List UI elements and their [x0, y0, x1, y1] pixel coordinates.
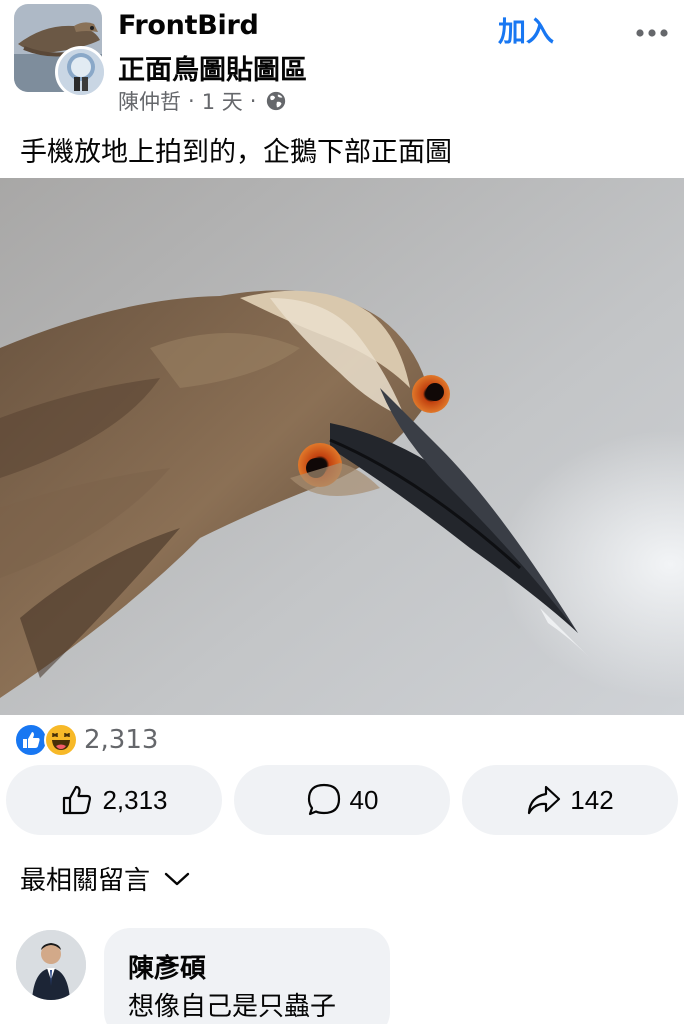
reaction-summary[interactable]: 2,313 [14, 722, 158, 758]
share-count: 142 [570, 784, 614, 815]
like-count: 2,313 [102, 784, 168, 815]
comment-bubble-icon [307, 783, 340, 816]
comment-sort-dropdown[interactable]: 最相關留言 [20, 860, 190, 897]
action-bar: 2,313 40 142 [6, 765, 678, 837]
haha-reaction-icon [44, 723, 78, 757]
share-arrow-icon [528, 785, 561, 815]
thumbs-up-icon [63, 785, 92, 815]
meta-separator: · [188, 89, 195, 113]
chevron-down-icon [164, 872, 190, 885]
comment-count: 40 [349, 784, 379, 815]
user-avatar[interactable] [55, 46, 107, 98]
share-button[interactable]: 142 [462, 765, 678, 835]
post-caption: 手機放地上拍到的，企鵝下部正面圖 [20, 137, 452, 168]
meta-separator: · [249, 89, 257, 113]
more-options-button[interactable] [632, 24, 672, 44]
comment-button[interactable]: 40 [234, 765, 450, 835]
post-time[interactable]: 1 天 [202, 86, 243, 116]
commenter-avatar[interactable] [16, 930, 86, 1000]
group-subtitle[interactable]: 正面鳥圖貼圖區 [118, 48, 307, 87]
like-reaction-icon [14, 723, 48, 757]
join-button[interactable]: 加入 [498, 10, 568, 50]
reaction-count: 2,313 [84, 725, 159, 755]
post-meta: 陳仲哲 · 1 天 · [118, 86, 287, 116]
post-photo[interactable] [0, 178, 684, 715]
more-horizontal-icon [636, 28, 668, 37]
comment-sort-label: 最相關留言 [20, 866, 151, 896]
comment-text: 想像自己是只蟲子 [128, 992, 337, 1022]
group-name[interactable]: FrontBird [118, 10, 259, 41]
author-name[interactable]: 陳仲哲 [118, 86, 181, 116]
reaction-icons [14, 723, 80, 757]
post-header: FrontBird 正面鳥圖貼圖區 陳仲哲 · 1 天 · 加入 [0, 0, 684, 120]
globe-icon [267, 91, 286, 111]
commenter-name[interactable]: 陳彥碩 [128, 948, 206, 985]
like-button[interactable]: 2,313 [6, 765, 222, 835]
comment-bubble[interactable]: 陳彥碩 想像自己是只蟲子 [104, 928, 390, 1024]
